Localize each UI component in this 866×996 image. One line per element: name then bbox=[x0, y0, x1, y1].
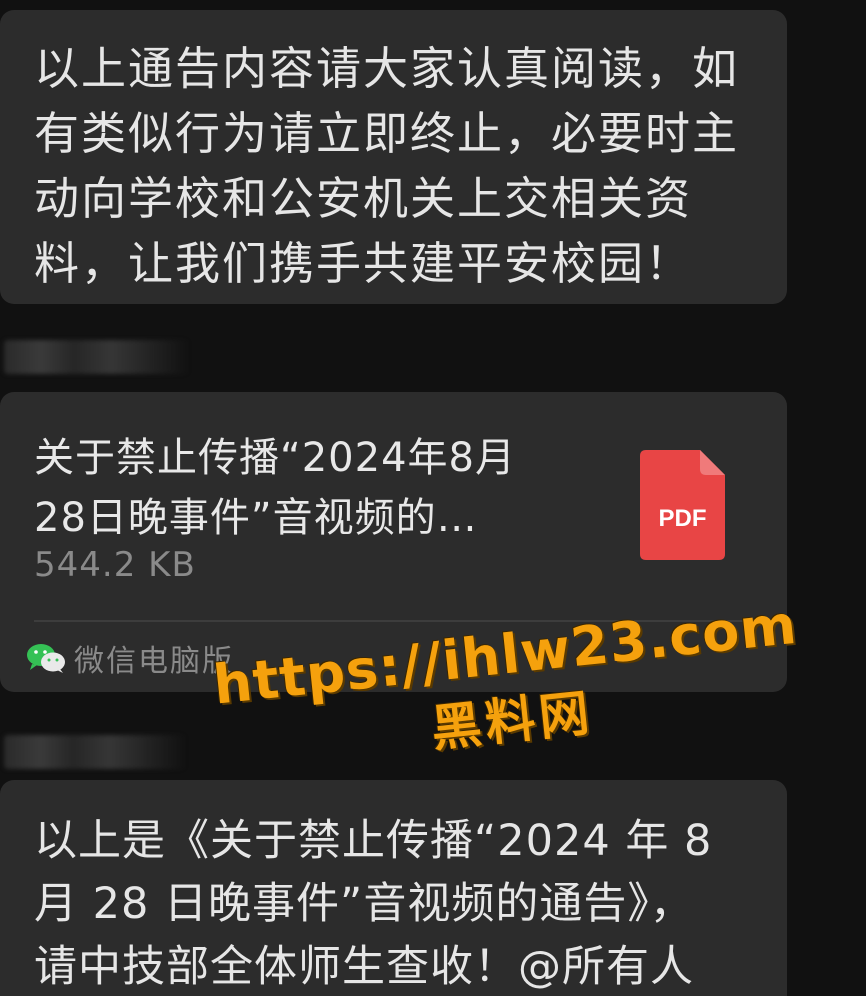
message-line: 请中技部全体师生查收！@所有人 bbox=[34, 942, 694, 992]
message-line: 以上通告内容请大家认真阅读，如 bbox=[34, 42, 740, 95]
message-line: 有类似行为请立即终止，必要时主 bbox=[34, 107, 740, 160]
message-line: 月 28 日晚事件”音视频的通告》， bbox=[34, 879, 694, 929]
chat-screen: 以上通告内容请大家认真阅读，如 有类似行为请立即终止，必要时主 动向学校和公安机… bbox=[0, 0, 866, 996]
message-line: 料，让我们携手共建平安校园！ bbox=[34, 237, 693, 290]
wechat-icon bbox=[27, 644, 65, 673]
message-bubble-announcement[interactable]: 以上是《关于禁止传播“2024 年 8 月 28 日晚事件”音视频的通告》， 请… bbox=[0, 780, 787, 996]
file-title-line: 28日晚事件”音视频的… bbox=[34, 495, 478, 541]
pdf-file-icon[interactable]: PDF bbox=[640, 450, 725, 560]
file-title-line: 关于禁止传播“2024年8月 bbox=[34, 435, 516, 481]
message-bubble-notice[interactable]: 以上通告内容请大家认真阅读，如 有类似行为请立即终止，必要时主 动向学校和公安机… bbox=[0, 10, 787, 304]
pdf-badge-text: PDF bbox=[659, 505, 707, 532]
sender-name-blurred bbox=[4, 340, 189, 374]
message-line: 动向学校和公安机关上交相关资 bbox=[34, 172, 693, 225]
file-size: 544.2 KB bbox=[34, 545, 196, 585]
sender-name-blurred bbox=[4, 735, 186, 769]
file-title[interactable]: 关于禁止传播“2024年8月 28日晚事件”音视频的… bbox=[34, 428, 594, 548]
message-line: 以上是《关于禁止传播“2024 年 8 bbox=[34, 816, 713, 866]
